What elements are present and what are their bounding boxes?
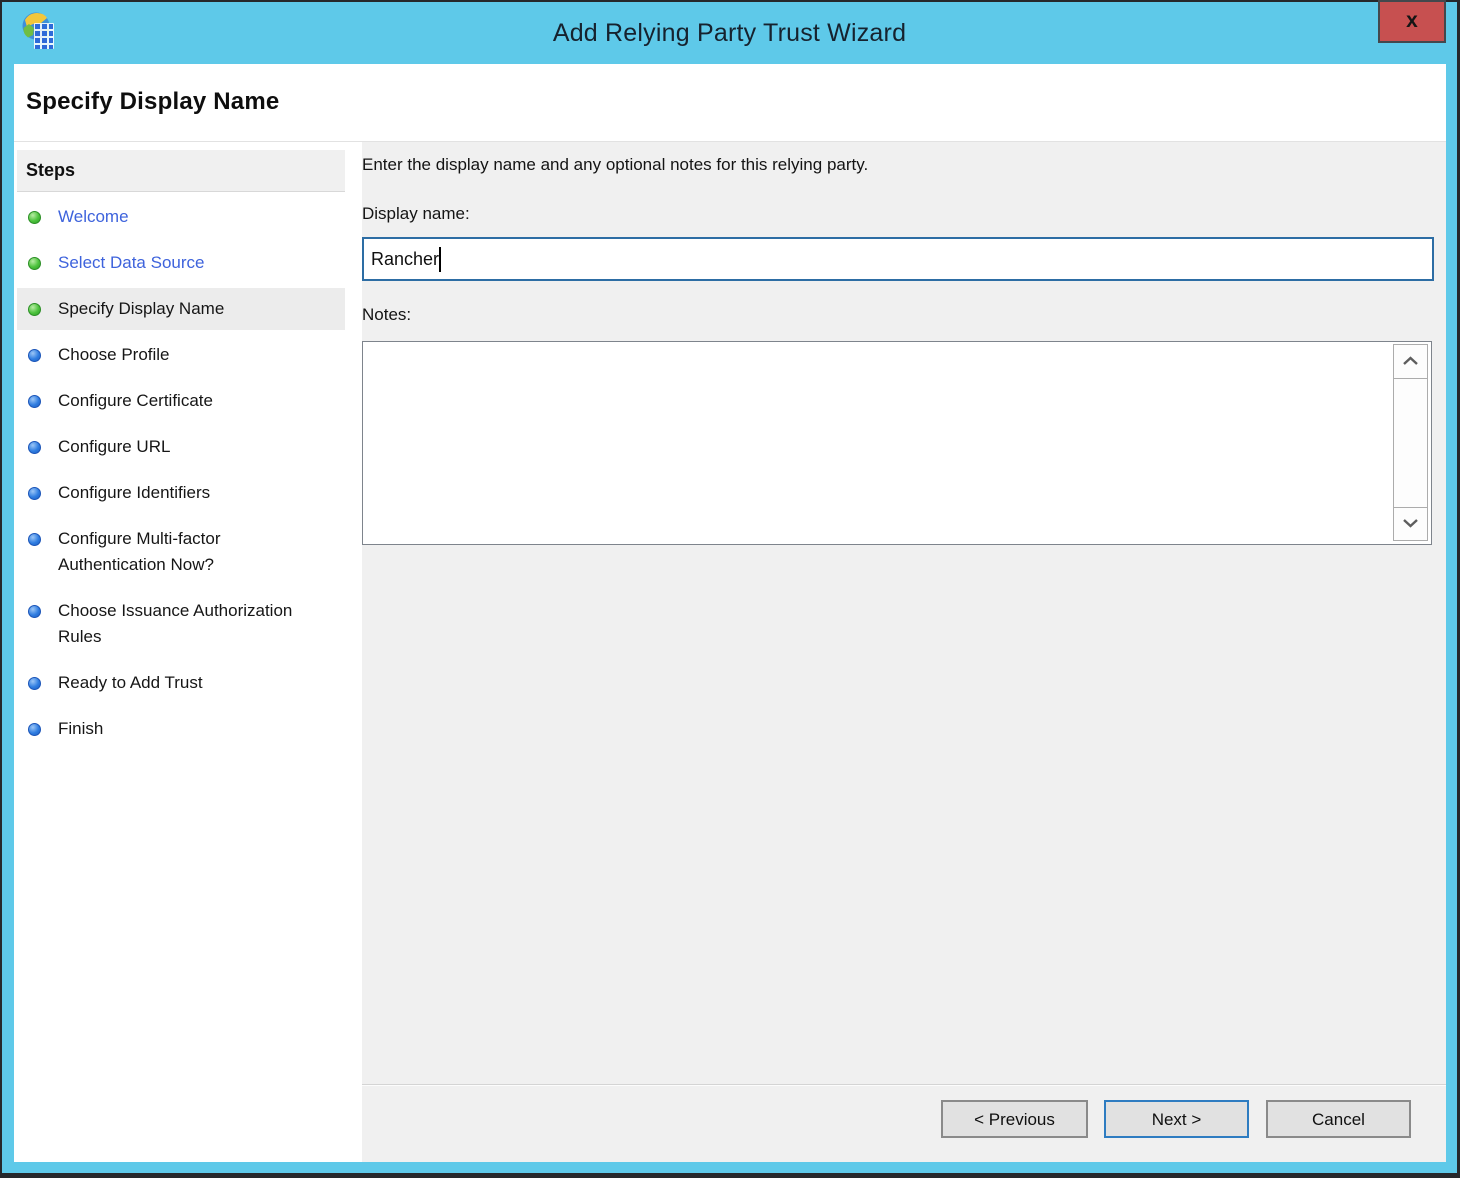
step-item: Configure Identifiers xyxy=(17,472,345,514)
step-bullet-icon xyxy=(28,257,41,270)
step-item: Choose Profile xyxy=(17,334,345,376)
titlebar: Add Relying Party Trust Wizard xyxy=(2,2,1457,64)
step-label: Select Data Source xyxy=(58,250,204,276)
step-bullet-icon xyxy=(28,395,41,408)
cancel-button[interactable]: Cancel xyxy=(1266,1100,1411,1138)
step-item[interactable]: Select Data Source xyxy=(17,242,345,284)
step-label: Specify Display Name xyxy=(58,296,224,322)
scroll-down-button[interactable] xyxy=(1393,507,1428,541)
page-title: Specify Display Name xyxy=(26,88,279,116)
previous-button[interactable]: < Previous xyxy=(941,1100,1088,1138)
step-item: Specify Display Name xyxy=(17,288,345,330)
scroll-up-button[interactable] xyxy=(1393,344,1428,379)
step-bullet-icon xyxy=(28,677,41,690)
steps-header-label: Steps xyxy=(17,150,75,190)
step-item: Choose Issuance Authorization Rules xyxy=(17,590,345,658)
step-bullet-icon xyxy=(28,605,41,618)
step-label: Choose Profile xyxy=(58,342,170,368)
step-label: Configure Identifiers xyxy=(58,480,210,506)
display-name-label: Display name: xyxy=(362,204,470,224)
step-item: Configure URL xyxy=(17,426,345,468)
close-icon: x xyxy=(1406,9,1418,32)
step-item: Ready to Add Trust xyxy=(17,662,345,704)
step-bullet-icon xyxy=(28,723,41,736)
display-name-input[interactable] xyxy=(364,239,1432,279)
step-label: Welcome xyxy=(58,204,129,230)
notes-textarea[interactable] xyxy=(363,342,1391,544)
wizard-dialog: Specify Display Name Steps Welcome Select… xyxy=(14,64,1446,1162)
step-item: Configure Certificate xyxy=(17,380,345,422)
step-bullet-icon xyxy=(28,533,41,546)
notes-field-frame xyxy=(362,341,1432,545)
footer-divider xyxy=(362,1084,1446,1086)
steps-list: Welcome Select Data Source Specify Display… xyxy=(17,196,345,754)
step-bullet-icon xyxy=(28,441,41,454)
step-item[interactable]: Welcome xyxy=(17,196,345,238)
next-button[interactable]: Next > xyxy=(1104,1100,1249,1138)
display-name-field-frame xyxy=(362,237,1434,281)
instruction-text: Enter the display name and any optional … xyxy=(362,155,868,175)
step-label: Configure Multi-factor Authentication No… xyxy=(58,526,308,578)
steps-header: Steps xyxy=(17,150,345,192)
notes-label: Notes: xyxy=(362,305,411,325)
close-button[interactable]: x xyxy=(1378,0,1446,43)
step-label: Finish xyxy=(58,716,103,742)
step-label: Configure URL xyxy=(58,434,170,460)
dialog-header: Specify Display Name xyxy=(14,64,1446,142)
step-bullet-icon xyxy=(28,211,41,224)
step-item: Finish xyxy=(17,708,345,750)
step-bullet-icon xyxy=(28,349,41,362)
step-label: Configure Certificate xyxy=(58,388,213,414)
step-item: Configure Multi-factor Authentication No… xyxy=(17,518,345,586)
step-bullet-icon xyxy=(28,303,41,316)
window-title: Add Relying Party Trust Wizard xyxy=(2,2,1457,64)
text-caret xyxy=(439,247,441,272)
step-label: Choose Issuance Authorization Rules xyxy=(58,598,308,650)
notes-scrollbar[interactable] xyxy=(1393,344,1428,541)
content-pane: Enter the display name and any optional … xyxy=(362,142,1446,1162)
chevron-down-icon xyxy=(1402,515,1419,533)
chevron-up-icon xyxy=(1402,353,1419,371)
step-bullet-icon xyxy=(28,487,41,500)
steps-sidebar: Steps Welcome Select Data Source Specify D… xyxy=(14,143,345,1162)
step-label: Ready to Add Trust xyxy=(58,670,203,696)
